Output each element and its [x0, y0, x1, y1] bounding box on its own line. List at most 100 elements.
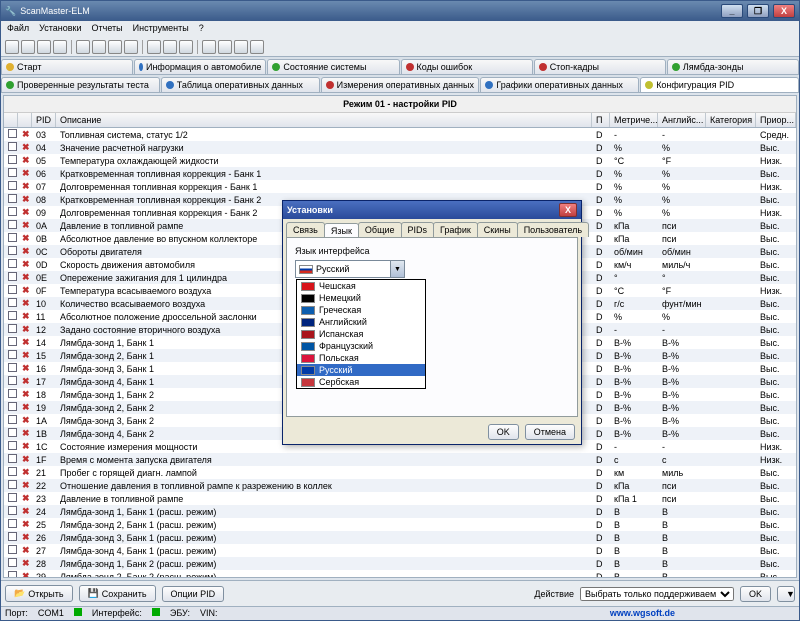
toolbar-icon[interactable] [108, 40, 122, 54]
table-row[interactable]: ✖05Температура охлаждающей жидкостиD°C°F… [4, 154, 796, 167]
checkbox[interactable] [8, 324, 17, 333]
table-row[interactable]: ✖07Долговременная топливная коррекция - … [4, 180, 796, 193]
table-row[interactable]: ✖28Лямбда-зонд 1, Банк 2 (расш. режим)DВ… [4, 557, 796, 570]
toolbar-icon[interactable] [5, 40, 19, 54]
col-prio[interactable]: Приор... [756, 113, 796, 127]
checkbox[interactable] [8, 259, 17, 268]
table-row[interactable]: ✖03Топливная система, статус 1/2D--Средн… [4, 128, 796, 141]
table-row[interactable]: ✖1FВремя с момента запуска двигателяDссН… [4, 453, 796, 466]
minimize-button[interactable]: _ [721, 4, 743, 18]
checkbox[interactable] [8, 506, 17, 515]
col-pid[interactable]: PID [32, 113, 56, 127]
toolbar-icon[interactable] [250, 40, 264, 54]
dialog-tab[interactable]: Связь [286, 222, 325, 237]
checkbox[interactable] [8, 350, 17, 359]
table-row[interactable]: ✖04Значение расчетной нагрузкиD%%Выс. [4, 141, 796, 154]
table-row[interactable]: ✖27Лямбда-зонд 4, Банк 1 (расш. режим)DВ… [4, 544, 796, 557]
tab[interactable]: Старт [1, 59, 133, 74]
dropdown-item[interactable]: Испанская [297, 328, 425, 340]
tab[interactable]: Конфигурация PID [640, 77, 799, 92]
col-metric[interactable]: Метриче... [610, 113, 658, 127]
checkbox[interactable] [8, 441, 17, 450]
checkbox[interactable] [8, 545, 17, 554]
checkbox[interactable] [8, 337, 17, 346]
tab[interactable]: Состояние системы [267, 59, 399, 74]
dropdown-item[interactable]: Сербская [297, 376, 425, 388]
checkbox[interactable] [8, 311, 17, 320]
dialog-tab[interactable]: Пользователь [517, 222, 589, 237]
dropdown-item[interactable]: Русский [297, 364, 425, 376]
checkbox[interactable] [8, 129, 17, 138]
dialog-close-button[interactable]: X [559, 203, 577, 217]
checkbox[interactable] [8, 207, 17, 216]
menu-item[interactable]: Инструменты [133, 23, 189, 35]
toolbar-icon[interactable] [218, 40, 232, 54]
tab[interactable]: Коды ошибок [401, 59, 533, 74]
action-select[interactable]: Выбрать только поддерживаем [580, 587, 734, 601]
checkbox[interactable] [8, 285, 17, 294]
checkbox[interactable] [8, 155, 17, 164]
table-row[interactable]: ✖23Давление в топливной рампеDкПа 1псиВы… [4, 492, 796, 505]
checkbox[interactable] [8, 168, 17, 177]
checkbox[interactable] [8, 402, 17, 411]
maximize-button[interactable]: ❐ [747, 4, 769, 18]
table-row[interactable]: ✖21Пробег с горящей диагн. лампойDкммиль… [4, 466, 796, 479]
open-button[interactable]: 📂 Открыть [5, 585, 73, 602]
tab[interactable]: Лямбда-зонды [667, 59, 799, 74]
checkbox[interactable] [8, 558, 17, 567]
checkbox[interactable] [8, 428, 17, 437]
toolbar-icon[interactable] [202, 40, 216, 54]
chevron-down-icon[interactable]: ▼ [390, 261, 404, 277]
dialog-tab[interactable]: График [433, 222, 478, 237]
menu-item[interactable]: Файл [7, 23, 29, 35]
checkbox[interactable] [8, 142, 17, 151]
dropdown-item[interactable]: Польская [297, 352, 425, 364]
toolbar-icon[interactable] [179, 40, 193, 54]
checkbox[interactable] [8, 454, 17, 463]
dialog-tab[interactable]: PIDs [401, 222, 435, 237]
bottom-ok-button[interactable]: OK [740, 586, 771, 602]
tab[interactable]: Графики оперативных данных [480, 77, 639, 92]
checkbox[interactable] [8, 480, 17, 489]
dialog-tab[interactable]: Общие [358, 222, 402, 237]
toolbar-icon[interactable] [234, 40, 248, 54]
checkbox[interactable] [8, 220, 17, 229]
dialog-tab[interactable]: Язык [324, 223, 359, 238]
menu-item[interactable]: Отчеты [92, 23, 123, 35]
save-button[interactable]: 💾 Сохранить [79, 585, 156, 602]
checkbox[interactable] [8, 415, 17, 424]
checkbox[interactable] [8, 194, 17, 203]
dialog-tab[interactable]: Скины [477, 222, 518, 237]
table-row[interactable]: ✖25Лямбда-зонд 2, Банк 1 (расш. режим)DВ… [4, 518, 796, 531]
checkbox[interactable] [8, 389, 17, 398]
col-p[interactable]: П [592, 113, 610, 127]
dropdown-item[interactable]: Французский [297, 340, 425, 352]
checkbox[interactable] [8, 571, 17, 577]
checkbox[interactable] [8, 376, 17, 385]
tab[interactable]: Стоп-кадры [534, 59, 666, 74]
toolbar-icon[interactable] [92, 40, 106, 54]
col-cat[interactable]: Категория [706, 113, 756, 127]
pid-options-button[interactable]: Опции PID [162, 586, 225, 602]
tab[interactable]: Информация о автомобиле [134, 59, 266, 74]
checkbox[interactable] [8, 519, 17, 528]
toolbar-icon[interactable] [21, 40, 35, 54]
toolbar-icon[interactable] [124, 40, 138, 54]
dialog-cancel-button[interactable]: Отмена [525, 424, 575, 440]
status-url[interactable]: www.wgsoft.de [610, 608, 675, 619]
filter-button[interactable]: ▼ [777, 586, 795, 602]
checkbox[interactable] [8, 233, 17, 242]
table-row[interactable]: ✖22Отношение давления в топливной рампе … [4, 479, 796, 492]
toolbar-icon[interactable] [37, 40, 51, 54]
toolbar-icon[interactable] [53, 40, 67, 54]
checkbox[interactable] [8, 298, 17, 307]
dropdown-item[interactable]: Английский [297, 316, 425, 328]
checkbox[interactable] [8, 467, 17, 476]
toolbar-icon[interactable] [76, 40, 90, 54]
tab[interactable]: Измерения оперативных данных [321, 77, 480, 92]
close-button[interactable]: X [773, 4, 795, 18]
dropdown-item[interactable]: Греческая [297, 304, 425, 316]
table-row[interactable]: ✖06Кратковременная топливная коррекция -… [4, 167, 796, 180]
language-combobox[interactable]: Русский ▼ ЧешскаяНемецкийГреческаяАнглий… [295, 260, 405, 278]
dropdown-item[interactable]: Немецкий [297, 292, 425, 304]
